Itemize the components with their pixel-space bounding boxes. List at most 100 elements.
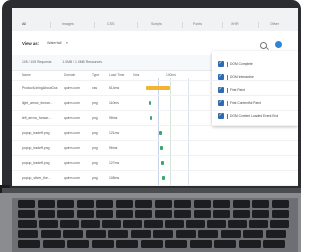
app-screen: All Images CSS Scripts Fonts XHR Other V…	[12, 8, 298, 186]
waterfall-bar	[159, 131, 162, 135]
tab-all[interactable]: All	[22, 17, 26, 31]
keyboard-key	[220, 230, 241, 238]
keyboard-key	[18, 240, 40, 248]
row-domain: quirm.com	[64, 146, 80, 150]
keyboard-key	[116, 240, 138, 248]
legend-label: DOM Complete	[230, 62, 253, 66]
table-row[interactable]: popup_sliver_the... quirm.com png 108ms	[12, 170, 298, 186]
keyboard-key	[67, 240, 89, 248]
keyboard-key	[271, 210, 289, 218]
keyboard-key	[175, 230, 196, 238]
keyboard-key	[123, 220, 142, 228]
keyboard-key	[238, 240, 261, 248]
checkbox[interactable]	[218, 60, 224, 67]
keyboard-key	[96, 210, 113, 218]
keyboard-key	[18, 220, 37, 228]
table-row[interactable]: popup_tradeff.png quirm.com png 96ms	[12, 140, 298, 156]
legend-label: DOM Interactive	[230, 75, 254, 79]
tab-separator	[258, 22, 259, 28]
row-name: light_arrow_forwar...	[22, 101, 53, 105]
row-type: png	[92, 176, 98, 180]
gear-icon[interactable]	[275, 41, 282, 48]
waterfall-bar	[161, 161, 164, 165]
tab-separator	[182, 22, 183, 28]
column-header-type[interactable]: Type	[92, 71, 99, 79]
table-row[interactable]: popup_tradeff.png quirm.com png 121ms	[12, 125, 298, 141]
waterfall-bar	[150, 116, 152, 120]
row-domain: quirm.com	[64, 86, 80, 90]
keyboard-key	[243, 230, 263, 238]
keyboard-key	[60, 220, 79, 228]
tab-other[interactable]: Other	[270, 17, 279, 31]
keyboard-key	[115, 210, 133, 218]
row-load-time: 614ms	[109, 86, 120, 90]
keyboard-key	[39, 220, 58, 228]
request-count: 105 / 105 Requests	[22, 60, 52, 64]
keyboard-key	[18, 200, 35, 208]
tab-images[interactable]: Images	[62, 17, 74, 31]
row-load-time: 108ms	[109, 176, 120, 180]
keyboard-key	[140, 240, 163, 248]
row-domain: quirm.com	[64, 101, 80, 105]
row-type: png	[92, 131, 98, 135]
tab-fonts[interactable]: Fonts	[193, 17, 202, 31]
tab-scripts[interactable]: Scripts	[151, 17, 162, 31]
table-row[interactable]: popup_tradeff.png quirm.com png 127ms	[12, 155, 298, 171]
keyboard-key	[63, 230, 83, 238]
column-header-name[interactable]: Name	[22, 71, 31, 79]
keyboard-key	[189, 240, 212, 248]
keyboard-key	[130, 230, 151, 238]
table-row[interactable]: light_arrow_forwar... quirm.com png 110ms	[12, 95, 298, 111]
row-domain: quirm.com	[64, 131, 80, 135]
waterfall-bar	[162, 176, 165, 180]
waterfall-bar	[146, 86, 170, 90]
keyboard-key	[213, 200, 230, 208]
keyboard-key	[263, 240, 285, 248]
row-load-time: 110ms	[109, 101, 119, 105]
keyboard-key	[91, 240, 114, 248]
keyboard-key	[135, 210, 152, 218]
row-type: css	[92, 86, 98, 90]
row-name: popup_tradeff.png	[22, 131, 50, 135]
keyboard-key	[18, 210, 35, 218]
keyboard-key	[265, 230, 286, 238]
search-icon[interactable]	[260, 42, 267, 49]
row-load-time: 127ms	[109, 161, 120, 165]
keyboard-key	[232, 210, 250, 218]
keyboard-key	[81, 220, 100, 228]
row-domain: quirm.com	[64, 116, 80, 120]
keyboard-key	[42, 240, 65, 248]
row-load-time: 96ms	[109, 146, 118, 150]
keyboard-key	[57, 210, 74, 218]
view-as-select[interactable]: Waterfall	[47, 41, 61, 45]
legend-item-dom-complete[interactable]: DOM Complete	[218, 59, 298, 71]
keyboard-key	[232, 200, 250, 208]
tab-separator	[222, 22, 223, 28]
keyboard-key	[174, 200, 191, 208]
chevron-down-icon[interactable]: ▾	[66, 41, 68, 45]
keyboard-key	[174, 210, 191, 218]
tab-xhr[interactable]: XHR	[231, 17, 239, 31]
keyboard-key	[85, 230, 106, 238]
row-name: popup_tradeff.png	[22, 146, 50, 150]
keyboard-key	[154, 210, 172, 218]
table-row[interactable]: ProductLiningAboutCss quirm.com css 614ms	[12, 80, 298, 96]
waterfall-bar	[160, 146, 163, 150]
tab-css[interactable]: CSS	[107, 17, 114, 31]
row-domain: quirm.com	[64, 176, 80, 180]
table-row[interactable]: popup_sliver_the...quirm.compng107ms	[12, 185, 298, 186]
keyboard-key	[40, 230, 61, 238]
keyboard-key	[76, 210, 94, 218]
keyboard-key	[102, 220, 121, 228]
keyboard-key	[165, 240, 187, 248]
row-domain: quirm.com	[64, 161, 80, 165]
keyboard-key	[213, 210, 230, 218]
row-name: left_arrow_forwar...	[22, 116, 51, 120]
column-header-load-time[interactable]: Load Time	[109, 71, 124, 79]
keyboard-key	[18, 230, 38, 238]
column-header-domain[interactable]: Domain	[64, 71, 75, 79]
keyboard-key	[165, 220, 184, 228]
row-type: png	[92, 116, 98, 120]
table-row[interactable]: left_arrow_forwar... quirm.com png 98ms	[12, 110, 298, 126]
resource-type-tabs: All Images CSS Scripts Fonts XHR Other	[12, 8, 298, 32]
